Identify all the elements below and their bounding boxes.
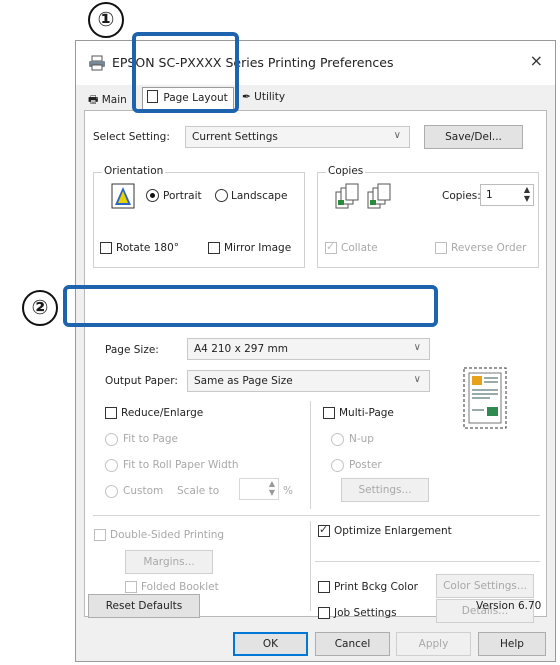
callout-2: ② bbox=[22, 290, 58, 326]
portrait-icon bbox=[111, 183, 135, 209]
version-label: Version 6.70 bbox=[476, 600, 542, 612]
poster-label: Poster bbox=[349, 459, 382, 471]
page-size-label: Page Size: bbox=[105, 344, 159, 356]
cancel-button[interactable]: Cancel bbox=[315, 632, 390, 656]
n-up-label: N-up bbox=[349, 433, 374, 445]
orientation-title: Orientation bbox=[102, 165, 166, 177]
multi-page-settings-button[interactable]: Settings... bbox=[341, 478, 429, 502]
output-paper-dropdown[interactable]: Same as Page Size ∨ bbox=[187, 370, 430, 392]
page-size-value: A4 210 x 297 mm bbox=[194, 343, 288, 355]
double-sided-label: Double-Sided Printing bbox=[110, 529, 225, 541]
job-settings-label: Job Settings bbox=[334, 607, 397, 619]
chevron-down-icon: ∨ bbox=[393, 130, 401, 141]
folded-booklet-checkbox[interactable] bbox=[125, 581, 137, 593]
apply-button[interactable]: Apply bbox=[396, 632, 471, 656]
fit-to-page-label: Fit to Page bbox=[123, 433, 178, 445]
page-size-highlight bbox=[63, 285, 438, 327]
double-sided-checkbox[interactable] bbox=[94, 529, 106, 541]
select-setting-label: Select Setting: bbox=[93, 131, 170, 143]
fit-to-roll-radio[interactable] bbox=[105, 459, 118, 472]
color-settings-button[interactable]: Color Settings... bbox=[436, 574, 534, 598]
n-up-radio[interactable] bbox=[331, 433, 344, 446]
multi-page-checkbox[interactable] bbox=[323, 407, 335, 419]
help-button[interactable]: Help bbox=[478, 632, 546, 656]
ok-button[interactable]: OK bbox=[233, 632, 308, 656]
tab-main-label: Main bbox=[101, 94, 127, 106]
chevron-down-icon: ∨ bbox=[413, 374, 421, 385]
copies-title: Copies bbox=[326, 165, 366, 177]
portrait-radio[interactable] bbox=[146, 189, 159, 202]
section-divider bbox=[93, 515, 540, 516]
print-bckg-color-label: Print Bckg Color bbox=[334, 581, 418, 593]
utility-icon: ✒ bbox=[242, 91, 251, 103]
select-setting-dropdown[interactable]: Current Settings ∨ bbox=[185, 126, 410, 148]
scale-to-label: Scale to bbox=[177, 485, 220, 497]
margins-button[interactable]: Margins... bbox=[125, 550, 213, 574]
printer-tab-icon: 🖶 bbox=[88, 93, 99, 106]
optimize-enlargement-checkbox[interactable] bbox=[318, 523, 330, 537]
mirror-image-label: Mirror Image bbox=[224, 242, 292, 254]
reduce-enlarge-label: Reduce/Enlarge bbox=[121, 407, 204, 419]
reverse-order-label: Reverse Order bbox=[451, 242, 527, 254]
printing-preferences-dialog: EPSON SC-PXXXX Series Printing Preferenc… bbox=[75, 40, 556, 662]
tab-utility-label: Utility bbox=[254, 91, 286, 103]
mirror-image-checkbox[interactable] bbox=[208, 242, 220, 254]
reverse-order-checkbox[interactable] bbox=[435, 242, 447, 254]
output-paper-label: Output Paper: bbox=[105, 375, 178, 387]
fit-to-page-radio[interactable] bbox=[105, 433, 118, 446]
close-icon[interactable]: × bbox=[530, 51, 543, 70]
collate-icon bbox=[335, 183, 391, 209]
fit-to-roll-label: Fit to Roll Paper Width bbox=[123, 459, 239, 471]
job-settings-checkbox[interactable] bbox=[318, 607, 330, 619]
reset-defaults-button[interactable]: Reset Defaults bbox=[88, 594, 200, 618]
optimize-divider bbox=[315, 561, 540, 562]
reduce-enlarge-checkbox[interactable] bbox=[105, 407, 117, 419]
scale-spinner[interactable]: ▲ ▼ bbox=[239, 478, 279, 500]
landscape-label: Landscape bbox=[231, 190, 288, 202]
printer-icon bbox=[89, 55, 105, 71]
preview-icon bbox=[463, 367, 507, 429]
spin-arrows-icon: ▲ ▼ bbox=[523, 185, 530, 203]
spin-arrows-icon: ▲ ▼ bbox=[268, 479, 275, 497]
print-bckg-color-checkbox[interactable] bbox=[318, 581, 330, 593]
collate-label: Collate bbox=[341, 242, 378, 254]
custom-radio[interactable] bbox=[105, 485, 118, 498]
folded-booklet-label: Folded Booklet bbox=[141, 581, 219, 593]
rotate-180-checkbox[interactable] bbox=[100, 242, 112, 254]
poster-radio[interactable] bbox=[331, 459, 344, 472]
chevron-down-icon: ∨ bbox=[413, 342, 421, 353]
optimize-enlargement-label: Optimize Enlargement bbox=[334, 525, 452, 537]
rotate-180-label: Rotate 180° bbox=[116, 242, 180, 254]
percent-label: % bbox=[283, 485, 293, 497]
landscape-radio[interactable] bbox=[215, 189, 228, 202]
collate-checkbox[interactable] bbox=[325, 240, 337, 254]
page-layout-panel: Select Setting: Current Settings ∨ Save/… bbox=[84, 110, 547, 623]
copies-spinner[interactable]: 1 ▲ ▼ bbox=[480, 184, 534, 206]
portrait-label: Portrait bbox=[163, 190, 202, 202]
output-paper-value: Same as Page Size bbox=[194, 375, 293, 387]
tab-utility[interactable]: ✒ Utility bbox=[238, 89, 300, 109]
copies-label: Copies: bbox=[442, 190, 481, 202]
column-divider-2 bbox=[310, 521, 311, 611]
multi-page-label: Multi-Page bbox=[339, 407, 394, 419]
page-size-dropdown[interactable]: A4 210 x 297 mm ∨ bbox=[187, 338, 430, 360]
page-layout-tab-highlight bbox=[132, 32, 239, 113]
callout-1: ① bbox=[88, 2, 124, 38]
select-setting-value: Current Settings bbox=[192, 131, 278, 143]
copies-value: 1 bbox=[486, 189, 493, 201]
tab-main[interactable]: 🖶 Main bbox=[84, 89, 136, 109]
column-divider bbox=[310, 401, 311, 509]
custom-label: Custom bbox=[123, 485, 164, 497]
save-del-button[interactable]: Save/Del... bbox=[424, 125, 523, 149]
